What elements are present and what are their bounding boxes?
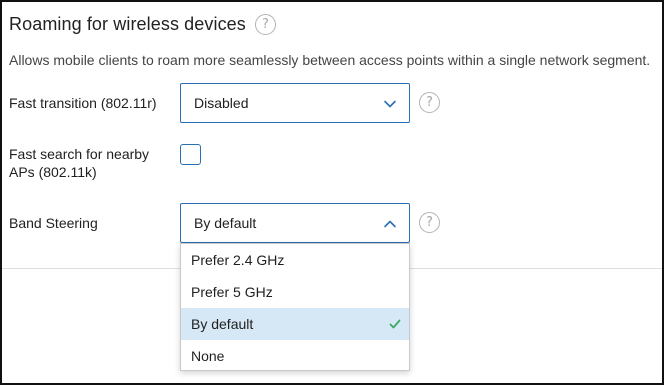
section-title: Roaming for wireless devices xyxy=(9,13,246,34)
option-label: Prefer 2.4 GHz xyxy=(191,252,285,268)
option-label: Prefer 5 GHz xyxy=(191,284,273,300)
fast-transition-select[interactable]: Disabled xyxy=(180,83,410,123)
chevron-up-icon xyxy=(384,220,396,228)
option-prefer-5-ghz[interactable]: Prefer 5 GHz xyxy=(181,276,409,308)
help-icon[interactable]: ? xyxy=(254,13,276,35)
fast-search-label-line2: APs (802.11k) xyxy=(9,164,97,180)
fast-search-label: Fast search for nearby APs (802.11k) xyxy=(9,145,149,181)
option-by-default[interactable]: By default xyxy=(181,308,409,340)
band-steering-help-icon[interactable]: ? xyxy=(419,212,440,233)
fast-transition-label: Fast transition (802.11r) xyxy=(9,95,157,111)
fast-transition-value: Disabled xyxy=(194,95,249,111)
option-prefer-2-4-ghz[interactable]: Prefer 2.4 GHz xyxy=(181,244,409,276)
band-steering-value: By default xyxy=(194,215,257,231)
band-steering-select[interactable]: By default xyxy=(180,203,410,243)
fast-search-label-line1: Fast search for nearby xyxy=(9,146,150,162)
chevron-down-icon xyxy=(384,100,396,108)
option-none[interactable]: None xyxy=(181,340,409,372)
fast-transition-help-icon[interactable]: ? xyxy=(419,92,440,113)
fast-search-checkbox[interactable] xyxy=(180,144,201,165)
band-steering-label: Band Steering xyxy=(9,215,98,231)
section-header: Roaming for wireless devices ? xyxy=(9,12,276,36)
checkmark-icon xyxy=(389,319,401,329)
section-description: Allows mobile clients to roam more seaml… xyxy=(9,52,651,68)
option-label: By default xyxy=(191,316,254,332)
band-steering-dropdown: Prefer 2.4 GHz Prefer 5 GHz By default N… xyxy=(180,243,410,371)
option-label: None xyxy=(191,348,225,364)
